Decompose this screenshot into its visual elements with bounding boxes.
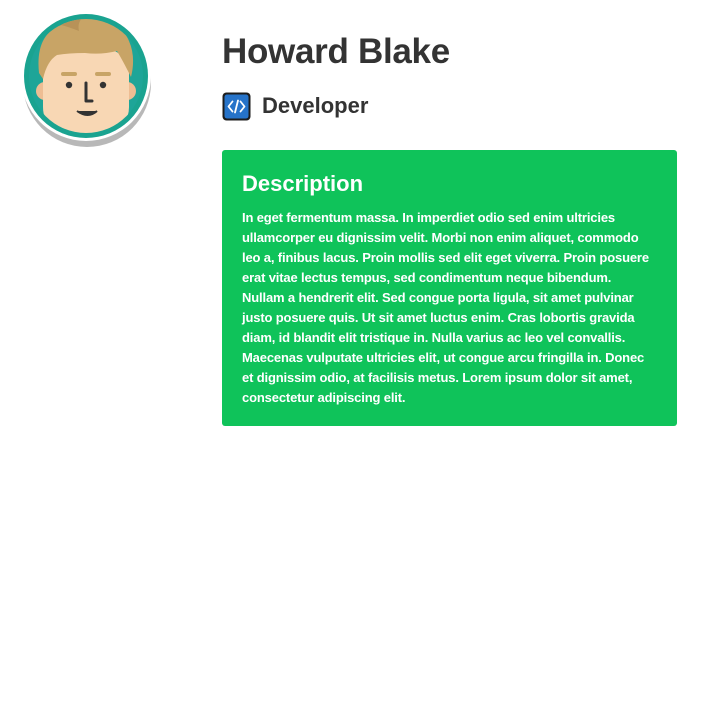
description-card: Description In eget fermentum massa. In … <box>222 150 677 426</box>
role-label: Developer <box>262 93 369 118</box>
description-text: In eget fermentum massa. In imperdiet od… <box>242 210 649 405</box>
profile-name: Howard Blake <box>222 32 450 71</box>
avatar <box>21 11 151 147</box>
code-icon <box>222 92 251 120</box>
profile-page: Howard Blake Developer Description In eg… <box>0 0 702 714</box>
user-avatar-icon <box>21 11 151 147</box>
description-title: Description <box>242 171 364 196</box>
role-row: Developer <box>222 91 368 121</box>
